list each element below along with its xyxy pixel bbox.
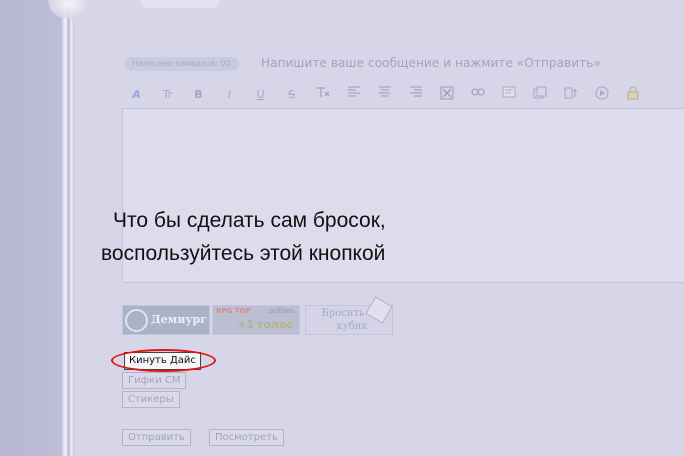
strikethrough-button[interactable]: S — [281, 86, 302, 104]
quote-icon[interactable] — [529, 86, 550, 104]
spoiler-icon[interactable] — [498, 86, 519, 104]
rpg-top-banner[interactable]: RPG TOP добавь +1 голос — [212, 305, 300, 335]
bold-button[interactable]: B — [188, 86, 209, 104]
link-icon[interactable] — [467, 86, 488, 104]
overlay-line-1: Что бы сделать сам бросок, — [113, 209, 386, 232]
top-ornament — [140, 0, 220, 8]
highlight-ring — [111, 349, 216, 372]
demiurg-banner[interactable]: Демиург — [122, 305, 210, 335]
rpg-add-label: добавь — [269, 307, 295, 315]
roll-dice-line-2: кубик — [336, 321, 368, 332]
font-color-icon[interactable]: A — [126, 86, 147, 104]
preview-button[interactable]: Посмотреть — [209, 429, 284, 446]
char-counter: Написано символов: 00 — [124, 57, 239, 71]
editor-toolbar: A Tr B I U S — [126, 86, 653, 104]
align-right-icon[interactable] — [405, 86, 426, 104]
instruction-overlay: Что бы сделать сам бросок, воспользуйтес… — [101, 204, 386, 270]
stickers-button[interactable]: Стикеры — [122, 391, 180, 408]
gifs-button[interactable]: Гифки СМ — [122, 372, 187, 389]
decorative-frame — [62, 0, 74, 456]
underline-button[interactable]: U — [250, 86, 271, 104]
demiurg-banner-label: Демиург — [151, 313, 207, 326]
page-left-margin — [0, 0, 62, 456]
rpg-votes-label: +1 голос — [237, 318, 294, 331]
demiurg-logo-icon — [125, 309, 148, 332]
play-icon[interactable] — [591, 86, 612, 104]
submit-button[interactable]: Отправить — [122, 429, 191, 446]
align-center-icon[interactable] — [374, 86, 395, 104]
code-icon[interactable] — [560, 86, 581, 104]
clear-format-icon[interactable] — [312, 86, 333, 104]
roll-dice-banner[interactable]: Бросить кубик — [305, 296, 393, 335]
rpg-top-label: RPG TOP — [216, 307, 251, 315]
overlay-line-2: воспользуйтесь этой кнопкой — [101, 242, 386, 265]
form-instruction: Напишите ваше сообщение и нажмите «Отпра… — [261, 56, 601, 70]
align-left-icon[interactable] — [343, 86, 364, 104]
roll-dice-banner-label: Бросить кубик — [312, 307, 374, 333]
hide-icon[interactable] — [436, 86, 457, 104]
font-size-button[interactable]: Tr — [157, 86, 178, 104]
italic-button[interactable]: I — [219, 86, 240, 104]
lock-icon[interactable] — [622, 86, 643, 104]
